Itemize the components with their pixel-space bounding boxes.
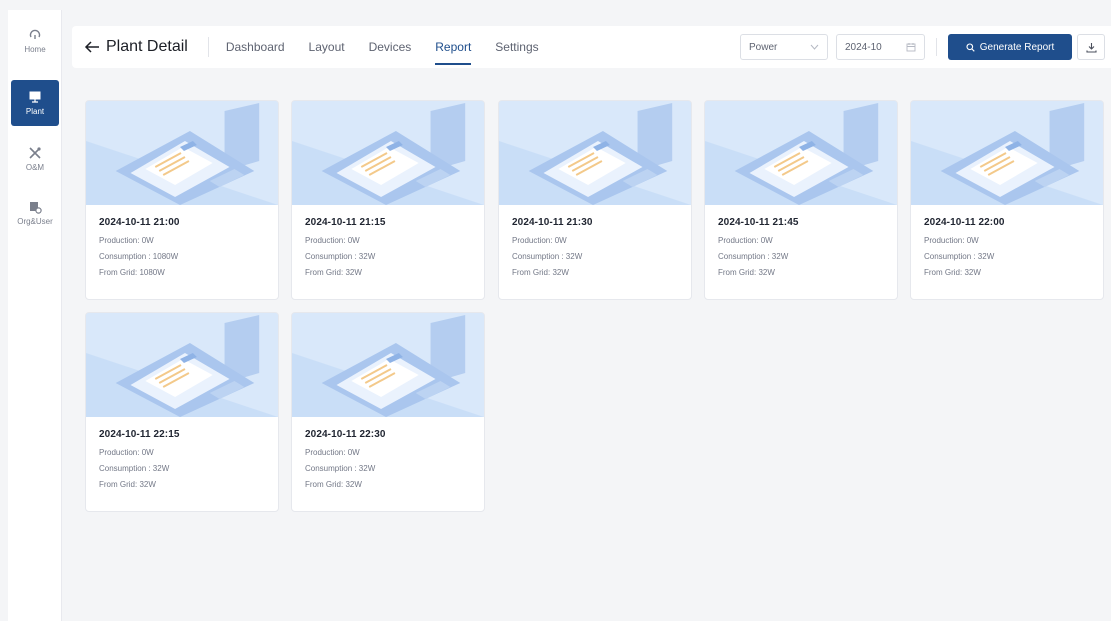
nav-item-om[interactable]: O&M — [8, 136, 62, 182]
report-consumption: Consumption : 32W — [512, 252, 583, 261]
arrow-left-icon — [84, 41, 99, 53]
report-illustration — [705, 101, 897, 205]
download-icon — [1085, 42, 1097, 53]
report-production: Production: 0W — [718, 236, 773, 245]
report-consumption: Consumption : 32W — [718, 252, 789, 261]
report-time: 2024-10-11 22:30 — [305, 429, 386, 440]
report-illustration — [292, 313, 484, 417]
report-from-grid: From Grid: 32W — [718, 268, 775, 277]
tab-layout[interactable]: Layout — [309, 26, 345, 68]
report-card[interactable]: 2024-10-11 22:15 Production: 0W Consumpt… — [85, 312, 279, 512]
nav-label-om: O&M — [25, 163, 45, 172]
report-illustration — [86, 101, 278, 205]
back-button[interactable]: Plant Detail — [84, 38, 188, 56]
report-time: 2024-10-11 21:45 — [718, 217, 799, 228]
report-from-grid: From Grid: 32W — [924, 268, 981, 277]
tab-settings[interactable]: Settings — [495, 26, 538, 68]
report-consumption: Consumption : 32W — [924, 252, 995, 261]
report-time: 2024-10-11 22:00 — [924, 217, 1005, 228]
month-picker-value: 2024-10 — [845, 41, 882, 53]
left-nav-rail: Home Plant O&M Org&User — [8, 10, 62, 621]
nav-label-plant: Plant — [25, 107, 45, 116]
report-illustration — [499, 101, 691, 205]
tab-devices[interactable]: Devices — [369, 26, 412, 68]
generate-report-label: Generate Report — [979, 41, 1055, 53]
report-card[interactable]: 2024-10-11 22:30 Production: 0W Consumpt… — [291, 312, 485, 512]
report-time: 2024-10-11 21:00 — [99, 217, 180, 228]
report-from-grid: From Grid: 32W — [512, 268, 569, 277]
report-card[interactable]: 2024-10-11 21:00 Production: 0W Consumpt… — [85, 100, 279, 300]
report-card-body: 2024-10-11 22:15 Production: 0W Consumpt… — [86, 417, 278, 490]
report-from-grid: From Grid: 32W — [99, 480, 156, 489]
report-card-body: 2024-10-11 21:15 Production: 0W Consumpt… — [292, 205, 484, 278]
page-header: Plant Detail Dashboard Layout Devices Re… — [72, 26, 1111, 68]
tab-bar: Dashboard Layout Devices Report Settings — [226, 26, 563, 68]
report-time: 2024-10-11 22:15 — [99, 429, 180, 440]
report-illustration — [292, 101, 484, 205]
report-consumption: Consumption : 32W — [99, 464, 170, 473]
report-card[interactable]: 2024-10-11 21:30 Production: 0W Consumpt… — [498, 100, 692, 300]
tab-dashboard[interactable]: Dashboard — [226, 26, 285, 68]
report-production: Production: 0W — [512, 236, 567, 245]
home-icon — [29, 29, 41, 39]
app-root: Home Plant O&M Org&User Plant Detail Das… — [0, 0, 1111, 621]
report-production: Production: 0W — [924, 236, 979, 245]
metric-select[interactable]: Power — [740, 34, 828, 60]
report-card-body: 2024-10-11 21:45 Production: 0W Consumpt… — [705, 205, 897, 278]
download-button[interactable] — [1077, 34, 1105, 60]
report-card-body: 2024-10-11 21:30 Production: 0W Consumpt… — [499, 205, 691, 278]
report-card[interactable]: 2024-10-11 21:45 Production: 0W Consumpt… — [704, 100, 898, 300]
page-title: Plant Detail — [106, 38, 188, 55]
report-illustration — [86, 313, 278, 417]
report-consumption: Consumption : 32W — [305, 464, 376, 473]
report-production: Production: 0W — [305, 448, 360, 457]
report-from-grid: From Grid: 1080W — [99, 268, 165, 277]
report-production: Production: 0W — [99, 236, 154, 245]
report-production: Production: 0W — [305, 236, 360, 245]
tools-icon — [29, 147, 41, 159]
report-consumption: Consumption : 32W — [305, 252, 376, 261]
search-icon — [966, 42, 975, 52]
nav-label-org-user: Org&User — [17, 217, 53, 226]
report-illustration — [911, 101, 1103, 205]
nav-item-plant[interactable]: Plant — [11, 80, 59, 126]
report-card[interactable]: 2024-10-11 21:15 Production: 0W Consumpt… — [291, 100, 485, 300]
report-from-grid: From Grid: 32W — [305, 268, 362, 277]
report-time: 2024-10-11 21:15 — [305, 217, 386, 228]
report-from-grid: From Grid: 32W — [305, 480, 362, 489]
report-time: 2024-10-11 21:30 — [512, 217, 593, 228]
month-picker[interactable]: 2024-10 — [836, 34, 925, 60]
report-production: Production: 0W — [99, 448, 154, 457]
report-card-body: 2024-10-11 22:00 Production: 0W Consumpt… — [911, 205, 1103, 278]
chevron-down-icon — [810, 44, 819, 50]
report-consumption: Consumption : 1080W — [99, 252, 179, 261]
metric-select-value: Power — [749, 41, 778, 53]
report-card-body: 2024-10-11 22:30 Production: 0W Consumpt… — [292, 417, 484, 490]
org-user-icon — [30, 202, 42, 214]
header-controls: Power 2024-10 Generate Report — [740, 26, 1111, 68]
calendar-icon — [906, 43, 916, 52]
generate-report-button[interactable]: Generate Report — [948, 34, 1072, 60]
controls-divider — [936, 38, 937, 56]
report-card[interactable]: 2024-10-11 22:00 Production: 0W Consumpt… — [910, 100, 1104, 300]
header-divider — [207, 37, 209, 57]
nav-label-home: Home — [24, 45, 46, 54]
nav-item-org-user[interactable]: Org&User — [8, 190, 62, 236]
report-card-body: 2024-10-11 21:00 Production: 0W Consumpt… — [86, 205, 278, 278]
tab-report[interactable]: Report — [435, 26, 472, 68]
solar-panel-icon — [29, 91, 41, 103]
nav-item-home[interactable]: Home — [8, 18, 62, 64]
